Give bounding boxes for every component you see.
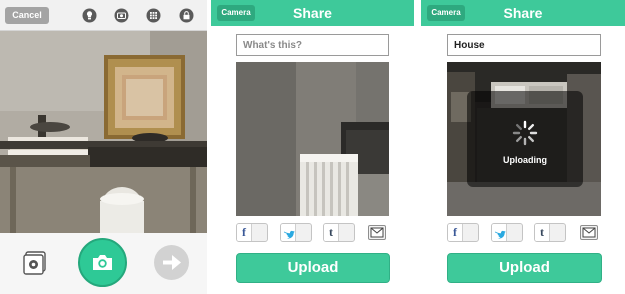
photo-preview: Uploading xyxy=(447,62,601,216)
twitter-toggle[interactable] xyxy=(280,223,312,242)
facebook-toggle[interactable]: f xyxy=(236,223,268,242)
photo-preview-image xyxy=(236,62,389,216)
tumblr-toggle[interactable]: t xyxy=(323,223,355,242)
camera-top-bar: Cancel xyxy=(0,0,207,31)
camera-icon xyxy=(93,255,112,270)
loading-spinner-icon xyxy=(512,120,538,146)
viewfinder-scene-image xyxy=(0,31,207,233)
upload-button[interactable]: Upload xyxy=(236,253,390,283)
shutter-button[interactable] xyxy=(78,238,127,287)
share-screen: Share Camera f t Upload xyxy=(211,0,414,294)
facebook-icon: f xyxy=(448,224,463,241)
photo-preview xyxy=(236,62,389,216)
next-button[interactable] xyxy=(154,245,189,280)
mail-icon xyxy=(370,227,384,238)
grid-icon[interactable] xyxy=(146,8,161,23)
camera-back-button[interactable]: Camera xyxy=(427,5,465,21)
mail-button[interactable] xyxy=(368,225,386,240)
mail-icon xyxy=(582,227,596,238)
share-top-bar: Share Camera xyxy=(211,0,414,26)
share-screen-uploading: Share Camera House Uploading f t Upload xyxy=(421,0,625,294)
twitter-icon xyxy=(492,224,507,241)
facebook-toggle[interactable]: f xyxy=(447,223,479,242)
twitter-toggle[interactable] xyxy=(491,223,523,242)
uploading-status-label: Uploading xyxy=(503,155,547,165)
lightbulb-icon[interactable] xyxy=(82,8,97,23)
share-top-bar: Share Camera xyxy=(421,0,625,26)
mail-button[interactable] xyxy=(580,225,598,240)
facebook-icon: f xyxy=(237,224,252,241)
flip-camera-icon[interactable] xyxy=(114,8,129,23)
caption-input[interactable] xyxy=(447,34,601,56)
gallery-icon[interactable] xyxy=(22,250,48,276)
camera-viewfinder[interactable] xyxy=(0,31,207,233)
cancel-button[interactable]: Cancel xyxy=(5,7,49,24)
tumblr-toggle[interactable]: t xyxy=(534,223,566,242)
arrow-right-icon xyxy=(163,255,181,270)
caption-input[interactable] xyxy=(236,34,389,56)
twitter-icon xyxy=(281,224,296,241)
tumblr-icon: t xyxy=(324,224,339,241)
upload-button[interactable]: Upload xyxy=(447,253,602,283)
uploading-overlay: Uploading xyxy=(467,91,583,187)
tumblr-icon: t xyxy=(535,224,550,241)
camera-back-button[interactable]: Camera xyxy=(217,5,255,21)
camera-screen: Cancel xyxy=(0,0,207,294)
lock-icon[interactable] xyxy=(179,8,194,23)
